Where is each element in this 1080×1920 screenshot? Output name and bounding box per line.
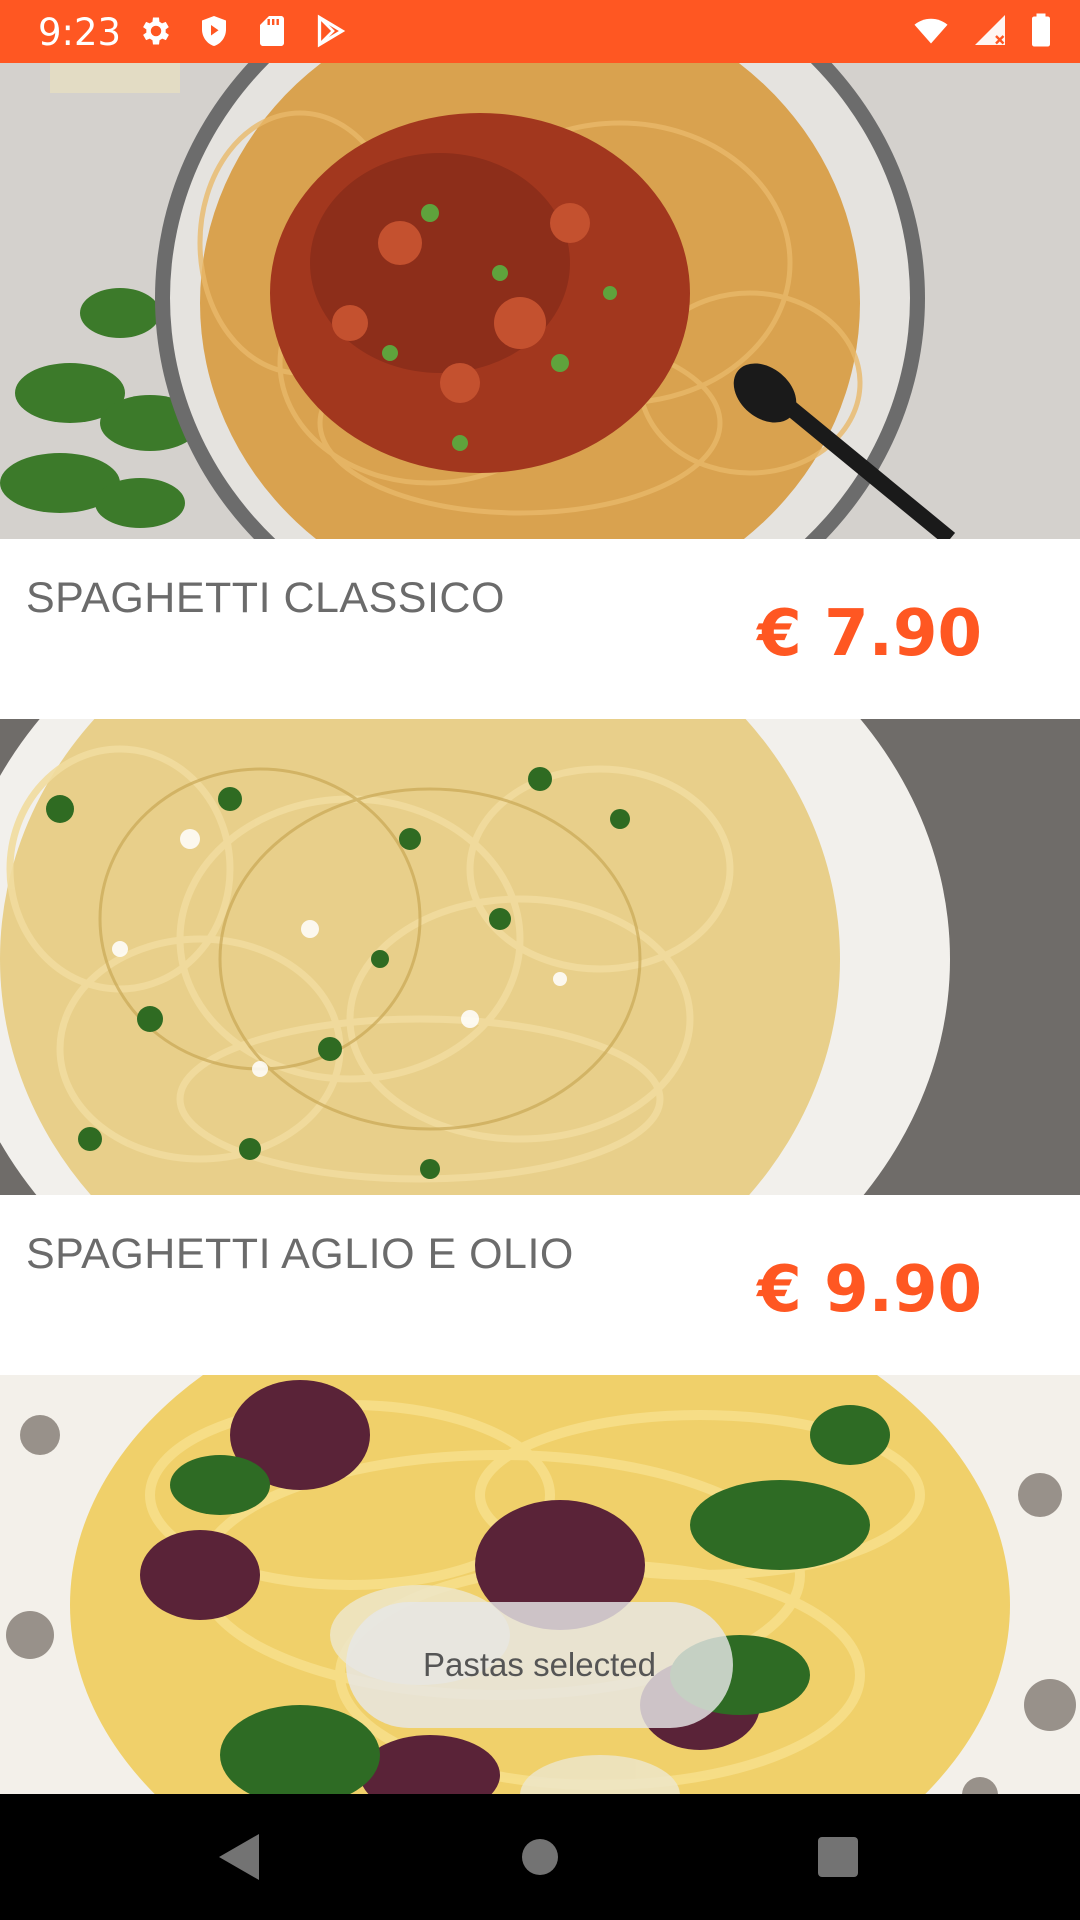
wifi-icon — [914, 18, 948, 44]
recents-button[interactable] — [768, 1794, 908, 1920]
home-icon — [522, 1839, 558, 1875]
cell-signal-icon — [975, 15, 1005, 45]
status-icons-left — [138, 13, 348, 49]
dish-name: SPAGHETTI AGLIO E OLIO — [26, 1230, 574, 1278]
navigation-bar — [0, 1794, 1080, 1920]
back-button[interactable] — [168, 1794, 308, 1920]
menu-item-info: SPAGHETTI CLASSICO € 7.90 — [0, 539, 1080, 719]
status-time: 9:23 — [38, 11, 122, 54]
menu-list[interactable]: SPAGHETTI CLASSICO € 7.90 SPAGHETTI AGLI… — [0, 63, 1080, 1794]
shield-icon — [202, 16, 226, 46]
sd-card-icon — [260, 16, 284, 46]
toast-message: Pastas selected — [346, 1602, 733, 1728]
dish-price: € 9.90 — [757, 1253, 982, 1327]
pasta-radicchio-spinach-photo — [0, 1375, 1080, 1794]
recents-icon — [818, 1837, 858, 1877]
menu-item-info: SPAGHETTI AGLIO E OLIO € 9.90 — [0, 1195, 1080, 1375]
status-bar: 9:23 — [0, 0, 1080, 63]
home-button[interactable] — [470, 1794, 610, 1920]
settings-icon — [143, 17, 169, 45]
spaghetti-aglio-olio-photo — [0, 719, 1080, 1195]
spaghetti-bolognese-photo — [0, 63, 1080, 539]
play-store-icon — [317, 14, 346, 48]
battery-icon — [1032, 13, 1050, 47]
back-icon — [219, 1834, 259, 1880]
dish-price: € 7.90 — [757, 597, 982, 671]
dish-name: SPAGHETTI CLASSICO — [26, 574, 505, 622]
status-icons-right — [910, 12, 1054, 48]
